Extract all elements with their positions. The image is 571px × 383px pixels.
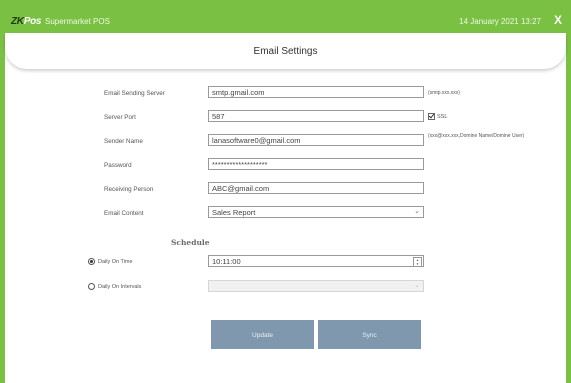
update-button[interactable]: Update — [211, 320, 314, 349]
radio-unchecked-icon — [88, 283, 95, 290]
email-content-value: Sales Report — [212, 208, 256, 217]
page-title: Email Settings — [253, 46, 318, 57]
sender-name-hint: (xxx@xxx.xxx,Domine Name/Domine User) — [428, 133, 525, 139]
spinner-icon[interactable]: ▲ ▼ — [413, 257, 422, 267]
email-server-hint: (smtp.xxx.xxx) — [428, 90, 460, 96]
receiving-person-label: Receiving Person — [104, 186, 154, 193]
time-input[interactable]: 10:11:00 ▲ ▼ — [208, 255, 424, 267]
schedule-title: Schedule — [171, 238, 210, 247]
email-server-input[interactable]: smtp.gmail.com — [208, 86, 424, 98]
daily-on-time-label: Daily On Time — [98, 258, 133, 265]
email-content-label: Email Content — [104, 210, 144, 217]
sync-button[interactable]: Sync — [318, 320, 421, 349]
server-port-label: Server Port — [104, 114, 136, 121]
password-label: Password — [104, 162, 132, 169]
ssl-label: SSL — [437, 113, 448, 120]
server-port-input[interactable]: 587 — [208, 110, 424, 122]
chevron-down-icon: ⌄ — [414, 208, 420, 215]
app-title: Supermarket POS — [45, 17, 110, 26]
page-header: Email Settings — [5, 33, 566, 69]
chevron-down-icon: ⌄ — [414, 282, 420, 289]
sender-name-label: Sender Name — [104, 138, 143, 145]
radio-daily-on-intervals[interactable]: Daily On Intervals — [88, 283, 141, 290]
close-button[interactable]: X — [554, 13, 562, 27]
checkbox-checked-icon — [428, 113, 435, 120]
daily-on-intervals-label: Daily On Intervals — [98, 283, 142, 290]
password-input[interactable]: ******************* — [208, 158, 424, 170]
radio-checked-icon — [88, 258, 95, 265]
email-content-select[interactable]: Sales Report ⌄ — [208, 206, 424, 218]
zkpos-logo: ZKPos — [11, 16, 42, 27]
left-border — [0, 42, 5, 383]
right-border — [566, 42, 571, 383]
ssl-checkbox[interactable]: SSL — [428, 113, 447, 120]
date-time: 14 January 2021 13:27 — [459, 17, 541, 26]
receiving-person-input[interactable]: ABC@gmail.com — [208, 182, 424, 194]
email-server-label: Email Sending Server — [104, 90, 165, 97]
intervals-select: ⌄ — [208, 280, 424, 292]
time-value: 10:11:00 — [212, 257, 241, 266]
sender-name-input[interactable]: lanasoftware0@gmail.com — [208, 134, 424, 146]
radio-daily-on-time[interactable]: Daily On Time — [88, 258, 133, 265]
